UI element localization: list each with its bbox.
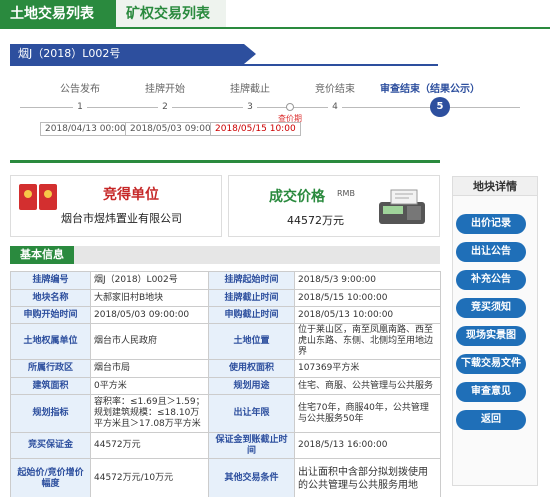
winner-name: 烟台市煜炜置业有限公司 (61, 212, 182, 225)
table-row: 地块名称 大郝家旧村B地块 挂牌截止时间 2018/5/15 10:00:00 (10, 289, 441, 307)
price-value: 44572万元 (287, 214, 344, 227)
info-value: 烟J（2018）L002号 (90, 271, 209, 290)
back-button[interactable]: 返回 (456, 410, 526, 430)
supplementary-notice-button[interactable]: 补充公告 (456, 270, 526, 290)
table-row: 所属行政区 烟台市局 使用权面积 107369平方米 (10, 359, 441, 378)
review-opinion-button[interactable]: 审查意见 (456, 382, 526, 402)
bid-records-button[interactable]: 出价记录 (456, 214, 526, 234)
tab-mineral-trading[interactable]: 矿权交易列表 (116, 0, 226, 28)
info-value: 2018/05/13 10:00:00 (294, 306, 441, 324)
parcel-id-banner: 烟J（2018）L002号 (10, 44, 256, 64)
tab-land-trading[interactable]: 土地交易列表 (0, 0, 116, 28)
info-key: 土地位置 (208, 323, 295, 360)
info-key: 保证金到账截止时间 (208, 432, 295, 459)
info-value: 44572万元/10万元 (90, 458, 209, 497)
table-row: 规划指标 容积率：≤1.69且＞1.59；规划建筑规模：≤18.10万平方米且＞… (10, 394, 441, 433)
info-value: 2018/5/3 9:00:00 (294, 271, 441, 290)
step-number-5-active: 5 (430, 97, 450, 117)
price-box: 成交价格 RMB 44572万元 (228, 175, 440, 237)
info-value: 44572万元 (90, 432, 209, 459)
info-key: 规划用途 (208, 377, 295, 395)
step-label-2: 挂牌开始 (145, 84, 185, 95)
progress-steps: 公告发布 挂牌开始 挂牌截止 竞价结束 审查结束（结果公示） 1 2 3 4 5… (10, 72, 550, 152)
basic-info-table: 挂牌编号 烟J（2018）L002号 挂牌起始时间 2018/5/3 9:00:… (10, 271, 441, 497)
step-date-2: 2018/05/03 09:00 (125, 122, 216, 136)
section-divider (10, 160, 440, 163)
step-date-1: 2018/04/13 00:00 (40, 122, 131, 136)
step-label-5: 审查结束（结果公示） (380, 84, 480, 95)
price-unit: RMB (337, 189, 355, 198)
info-key: 规划指标 (10, 394, 91, 433)
step-date-3: 2018/05/15 10:00 (210, 122, 301, 136)
info-key: 所属行政区 (10, 359, 91, 378)
step-number-2: 2 (158, 100, 172, 114)
info-key: 建筑面积 (10, 377, 91, 395)
bidding-instructions-button[interactable]: 竞买须知 (456, 298, 526, 318)
basic-info-title: 基本信息 (10, 246, 74, 264)
info-value: 住宅、商服、公共管理与公共服务 (294, 377, 441, 395)
info-value: 2018/05/03 09:00:00 (90, 306, 209, 324)
info-key: 挂牌截止时间 (208, 289, 295, 307)
table-row: 竞买保证金 44572万元 保证金到账截止时间 2018/5/13 16:00:… (10, 432, 441, 459)
info-value: 大郝家旧村B地块 (90, 289, 209, 307)
table-row: 挂牌编号 烟J（2018）L002号 挂牌起始时间 2018/5/3 9:00:… (10, 271, 441, 290)
step-number-3: 3 (243, 100, 257, 114)
table-row: 建筑面积 0平方米 规划用途 住宅、商服、公共管理与公共服务 (10, 377, 441, 395)
info-value: 0平方米 (90, 377, 209, 395)
pos-terminal-icon (379, 189, 425, 224)
info-value: 住宅70年，商服40年，公共管理与公共服务50年 (294, 394, 441, 433)
info-value: 出让面积中含部分拟划拨使用的公共管理与公共服务用地 (294, 458, 441, 497)
step-label-4: 竞价结束 (315, 84, 355, 95)
info-value: 107369平方米 (294, 359, 441, 378)
step-number-4: 4 (328, 100, 342, 114)
info-value: 烟台市人民政府 (90, 323, 209, 360)
info-value: 2018/5/13 16:00:00 (294, 432, 441, 459)
info-key: 土地权属单位 (10, 323, 91, 360)
info-value: 烟台市局 (90, 359, 209, 378)
transfer-notice-button[interactable]: 出让公告 (456, 242, 526, 262)
tab-bar: 土地交易列表 矿权交易列表 (0, 0, 550, 29)
site-photos-button[interactable]: 现场实景图 (456, 326, 526, 346)
step-label-1: 公告发布 (60, 84, 100, 95)
info-key: 使用权面积 (208, 359, 295, 378)
tab-divider (0, 27, 550, 29)
info-key: 起始价/竞价增价幅度 (10, 458, 91, 497)
info-key: 竞买保证金 (10, 432, 91, 459)
step-label-3: 挂牌截止 (230, 84, 270, 95)
parcel-details-title: 地块详情 (452, 176, 538, 196)
step-number-1: 1 (73, 100, 87, 114)
info-key: 地块名称 (10, 289, 91, 307)
info-key: 申购截止时间 (208, 306, 295, 324)
price-title: 成交价格 (269, 189, 325, 205)
info-value: 2018/5/15 10:00:00 (294, 289, 441, 307)
step-marker-dot (286, 103, 294, 111)
parcel-banner-underline (10, 64, 438, 66)
info-value: 位于莱山区，南至凤凰南路、西至虎山东路、东侧、北侧均至用地边界 (294, 323, 441, 360)
table-row: 土地权属单位 烟台市人民政府 土地位置 位于莱山区，南至凤凰南路、西至虎山东路、… (10, 323, 441, 360)
info-key: 挂牌编号 (10, 271, 91, 290)
winner-box: 竞得单位 烟台市煜炜置业有限公司 (10, 175, 222, 237)
basic-info-header: 基本信息 (10, 246, 440, 264)
info-key: 申购开始时间 (10, 306, 91, 324)
info-value: 容积率：≤1.69且＞1.59；规划建筑规模：≤18.10万平方米且＞17.08… (90, 394, 209, 433)
table-row: 起始价/竞价增价幅度 44572万元/10万元 其他交易条件 出让面积中含部分拟… (10, 458, 441, 497)
red-envelope-icon (19, 184, 37, 210)
info-key: 出让年限 (208, 394, 295, 433)
download-files-button[interactable]: 下载交易文件 (456, 354, 526, 374)
winner-title: 竞得单位 (103, 187, 159, 203)
info-key: 其他交易条件 (208, 458, 295, 497)
info-key: 挂牌起始时间 (208, 271, 295, 290)
red-envelope-icon (39, 184, 57, 210)
table-row: 申购开始时间 2018/05/03 09:00:00 申购截止时间 2018/0… (10, 306, 441, 324)
